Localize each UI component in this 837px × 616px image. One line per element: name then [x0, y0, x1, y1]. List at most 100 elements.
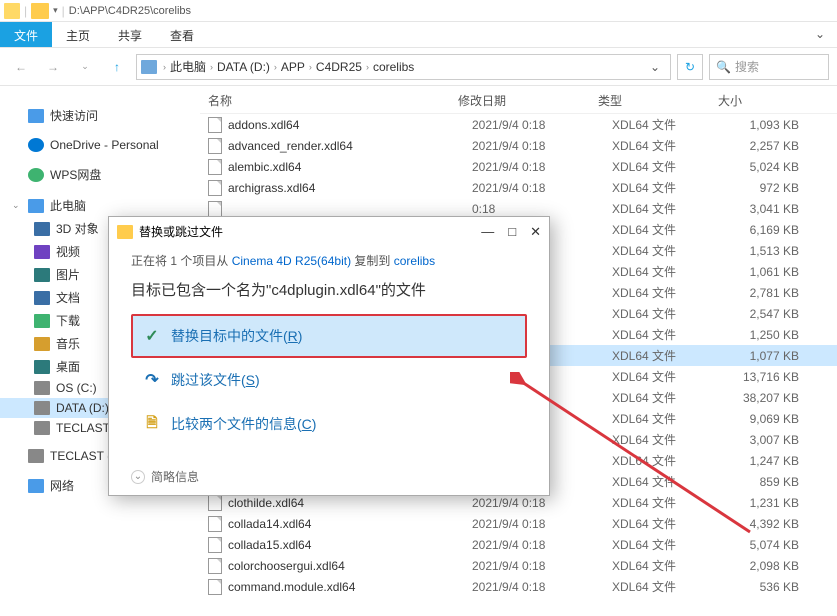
crumb-app[interactable]: APP — [281, 60, 305, 74]
file-icon — [208, 516, 222, 532]
window-path: D:\APP\C4DR25\corelibs — [69, 5, 191, 17]
folder-icon — [4, 3, 20, 19]
chevron-down-icon: ⌄ — [131, 470, 145, 484]
crumb-drive[interactable]: DATA (D:) — [217, 60, 270, 74]
up-button[interactable]: ↑ — [104, 54, 130, 80]
file-size: 3,041 KB — [732, 202, 829, 216]
chevron-right-icon[interactable]: › — [161, 62, 168, 72]
file-name: clothilde.xdl64 — [228, 496, 472, 510]
file-row[interactable]: archigrass.xdl642021/9/4 0:18XDL64 文件972… — [200, 177, 837, 198]
option-replace[interactable]: ✓ 替换目标中的文件(R) — [131, 314, 527, 358]
file-date: 2021/9/4 0:18 — [472, 118, 612, 132]
search-icon: 🔍 — [716, 60, 731, 74]
recent-dropdown[interactable]: ⌄ — [72, 54, 98, 80]
file-type: XDL64 文件 — [612, 221, 732, 238]
tab-file[interactable]: 文件 — [0, 22, 52, 47]
chevron-right-icon[interactable]: › — [272, 62, 279, 72]
separator: | — [62, 4, 65, 18]
file-size: 536 KB — [732, 580, 829, 594]
file-type: XDL64 文件 — [612, 242, 732, 259]
column-headers[interactable]: 名称 修改日期 类型 大小 — [200, 86, 837, 114]
video-icon — [34, 245, 50, 259]
back-button[interactable]: ← — [8, 54, 34, 80]
folder-icon — [117, 225, 133, 239]
navbar: ← → ⌄ ↑ › 此电脑 › DATA (D:) › APP › C4DR25… — [0, 48, 837, 86]
refresh-button[interactable]: ↻ — [677, 54, 703, 80]
file-size: 38,207 KB — [732, 391, 829, 405]
wps-icon — [28, 168, 44, 182]
chevron-right-icon[interactable]: › — [307, 62, 314, 72]
file-row[interactable]: command.module.xdl642021/9/4 0:18XDL64 文… — [200, 576, 837, 597]
file-type: XDL64 文件 — [612, 368, 732, 385]
breadcrumb[interactable]: › 此电脑 › DATA (D:) › APP › C4DR25 › corel… — [136, 54, 671, 80]
file-name: archigrass.xdl64 — [228, 181, 472, 195]
tab-home[interactable]: 主页 — [52, 22, 104, 47]
minimize-button[interactable]: — — [481, 224, 494, 240]
file-date: 2021/9/4 0:18 — [472, 559, 612, 573]
file-name: addons.xdl64 — [228, 118, 472, 132]
col-name[interactable]: 名称 — [208, 92, 458, 109]
file-date: 2021/9/4 0:18 — [472, 160, 612, 174]
dest-link[interactable]: corelibs — [394, 254, 435, 268]
file-type: XDL64 文件 — [612, 389, 732, 406]
chevron-right-icon[interactable]: › — [208, 62, 215, 72]
tab-view[interactable]: 查看 — [156, 22, 208, 47]
crumb-c4dr25[interactable]: C4DR25 — [316, 60, 362, 74]
source-link[interactable]: Cinema 4D R25(64bit) — [232, 254, 351, 268]
file-size: 5,024 KB — [732, 160, 829, 174]
option-skip[interactable]: ↷ 跳过该文件(S) — [131, 358, 527, 402]
option-compare[interactable]: 🗎 比较两个文件的信息(C) — [131, 402, 527, 446]
ribbon-collapse[interactable]: ⌄ — [803, 22, 837, 47]
file-date: 2021/9/4 0:18 — [472, 496, 612, 510]
file-row[interactable]: alembic.xdl642021/9/4 0:18XDL64 文件5,024 … — [200, 156, 837, 177]
file-type: XDL64 文件 — [612, 536, 732, 553]
dialog-copy-info: 正在将 1 个项目从 Cinema 4D R25(64bit) 复制到 core… — [131, 252, 527, 269]
file-row[interactable]: advanced_render.xdl642021/9/4 0:18XDL64 … — [200, 135, 837, 156]
skip-icon: ↷ — [143, 371, 161, 389]
col-date[interactable]: 修改日期 — [458, 92, 598, 109]
star-icon — [28, 109, 44, 123]
file-row[interactable]: colorchoosergui.xdl642021/9/4 0:18XDL64 … — [200, 555, 837, 576]
file-row[interactable]: collada15.xdl642021/9/4 0:18XDL64 文件5,07… — [200, 534, 837, 555]
drive-icon — [28, 449, 44, 463]
file-size: 1,077 KB — [732, 349, 829, 363]
file-name: collada14.xdl64 — [228, 517, 472, 531]
ribbon-tabs: 文件 主页 共享 查看 ⌄ — [0, 22, 837, 48]
crumb-corelibs[interactable]: corelibs — [373, 60, 414, 74]
sidebar-quick-access[interactable]: 快速访问 — [0, 104, 200, 127]
dialog-footer[interactable]: ⌄ 简略信息 — [109, 456, 549, 497]
network-icon — [28, 479, 44, 493]
close-button[interactable]: ✕ — [530, 224, 541, 240]
tab-share[interactable]: 共享 — [104, 22, 156, 47]
file-type: XDL64 文件 — [612, 263, 732, 280]
sidebar-onedrive[interactable]: OneDrive - Personal — [0, 135, 200, 155]
file-date: 2021/9/4 0:18 — [472, 517, 612, 531]
file-date: 2021/9/4 0:18 — [472, 580, 612, 594]
file-name: alembic.xdl64 — [228, 160, 472, 174]
sidebar-wps[interactable]: WPS网盘 — [0, 163, 200, 186]
file-date: 2021/9/4 0:18 — [472, 139, 612, 153]
file-row[interactable]: collada14.xdl642021/9/4 0:18XDL64 文件4,39… — [200, 513, 837, 534]
search-input[interactable]: 🔍 搜索 — [709, 54, 829, 80]
overflow-menu[interactable]: ▾ — [53, 5, 58, 16]
file-size: 1,250 KB — [732, 328, 829, 342]
file-icon — [208, 558, 222, 574]
maximize-button[interactable]: □ — [508, 224, 516, 240]
crumb-root[interactable]: 此电脑 — [170, 58, 206, 75]
file-size: 859 KB — [732, 475, 829, 489]
col-type[interactable]: 类型 — [598, 92, 718, 109]
file-date: 2021/9/4 0:18 — [472, 181, 612, 195]
file-icon — [208, 117, 222, 133]
breadcrumb-dropdown[interactable]: ⌄ — [644, 60, 666, 74]
download-icon — [34, 314, 50, 328]
chevron-right-icon[interactable]: › — [364, 62, 371, 72]
file-size: 1,061 KB — [732, 265, 829, 279]
file-type: XDL64 文件 — [612, 515, 732, 532]
file-type: XDL64 文件 — [612, 431, 732, 448]
sidebar-thispc[interactable]: ⌄此电脑 — [0, 194, 200, 217]
check-icon: ✓ — [143, 327, 161, 345]
col-size[interactable]: 大小 — [718, 92, 829, 109]
file-row[interactable]: addons.xdl642021/9/4 0:18XDL64 文件1,093 K… — [200, 114, 837, 135]
cube-icon — [34, 222, 50, 236]
file-size: 1,093 KB — [732, 118, 829, 132]
